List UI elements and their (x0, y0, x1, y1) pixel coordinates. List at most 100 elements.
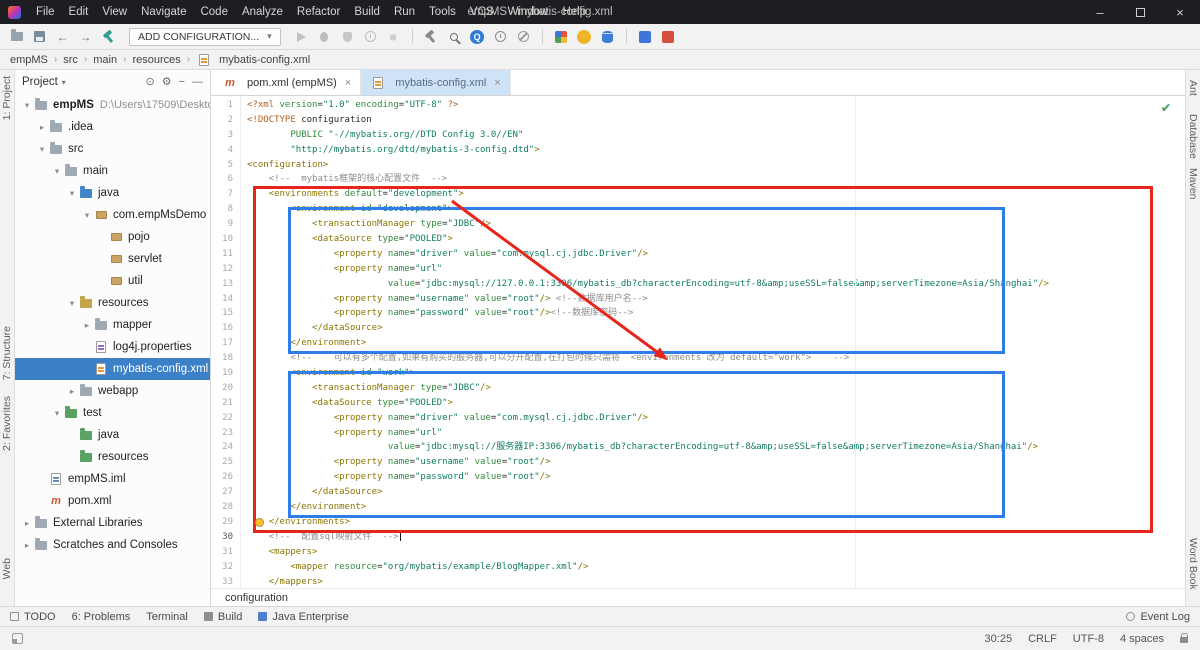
line-number[interactable]: 23 (211, 426, 240, 441)
line-number[interactable]: 11 (211, 247, 240, 262)
line-number[interactable]: 24 (211, 440, 240, 455)
code-line[interactable]: <mapper resource="org/mybatis/example/Bl… (247, 560, 1185, 575)
tree-item[interactable]: servlet (15, 248, 210, 270)
encoding[interactable]: UTF-8 (1073, 633, 1104, 645)
event-log-button[interactable]: Event Log (1126, 611, 1190, 623)
line-number[interactable]: 18 (211, 351, 240, 366)
code-line[interactable]: <property name="username" value="root"/> (247, 455, 1185, 470)
menu-file[interactable]: File (29, 0, 62, 24)
xml-breadcrumb-item[interactable]: configuration (225, 592, 288, 604)
menu-build[interactable]: Build (347, 0, 387, 24)
line-number[interactable]: 30 (211, 530, 240, 545)
redo-icon[interactable]: → (75, 27, 96, 47)
menu-refactor[interactable]: Refactor (290, 0, 347, 24)
tree-item[interactable]: ▸ Scratches and Consoles (15, 534, 210, 556)
chevron-down-icon[interactable]: ▾ (36, 144, 48, 155)
line-number[interactable]: 26 (211, 470, 240, 485)
menu-run[interactable]: Run (387, 0, 422, 24)
code-line[interactable]: <mappers> (247, 545, 1185, 560)
tree-item[interactable]: ▸ .idea (15, 116, 210, 138)
breadcrumb-item[interactable]: empMS (10, 54, 48, 66)
line-number[interactable]: 10 (211, 232, 240, 247)
chevron-right-icon[interactable]: ▸ (21, 518, 33, 529)
menu-vcs[interactable]: VCS (463, 0, 501, 24)
line-number[interactable]: 3 (211, 128, 240, 143)
settings-icon[interactable]: ⚙ (162, 76, 172, 88)
code-line[interactable]: <environment id="work"> (247, 366, 1185, 381)
menu-navigate[interactable]: Navigate (134, 0, 193, 24)
tree-item[interactable]: mybatis-config.xml (15, 358, 210, 380)
tree-item[interactable]: resources (15, 446, 210, 468)
menu-help[interactable]: Help (555, 0, 593, 24)
undo-icon[interactable]: ← (52, 27, 73, 47)
line-number[interactable]: 15 (211, 306, 240, 321)
code-line[interactable]: <environment id="development"> (247, 202, 1185, 217)
line-number[interactable]: 19 (211, 366, 240, 381)
code-line[interactable]: </environment> (247, 336, 1185, 351)
tree-item[interactable]: ▾ java (15, 182, 210, 204)
tree-item[interactable]: m pom.xml (15, 490, 210, 512)
line-number[interactable]: 14 (211, 292, 240, 307)
code-line[interactable]: value="jdbc:mysql://服务器IP:3306/mybatis_d… (247, 440, 1185, 455)
problems-button[interactable]: 6: Problems (72, 611, 131, 623)
code-line[interactable]: <transactionManager type="JDBC"/> (247, 217, 1185, 232)
code-line[interactable]: <dataSource type="POOLED"> (247, 396, 1185, 411)
line-number[interactable]: 9 (211, 217, 240, 232)
tree-item[interactable]: ▾ test (15, 402, 210, 424)
open-icon[interactable] (6, 27, 27, 47)
line-number[interactable]: 6 (211, 172, 240, 187)
tree-item[interactable]: ▸ mapper (15, 314, 210, 336)
code-line[interactable]: <property name="driver" value="com.mysql… (247, 411, 1185, 426)
tool-stripe-favorites[interactable]: 2: Favorites (1, 396, 13, 451)
project-panel-title[interactable]: Project (22, 76, 58, 88)
indent-style[interactable]: 4 spaces (1120, 633, 1164, 645)
line-number[interactable]: 33 (211, 575, 240, 589)
code-line[interactable]: value="jdbc:mysql://127.0.0.1:3306/mybat… (247, 277, 1185, 292)
plugin-red-icon[interactable] (658, 27, 679, 47)
line-number[interactable]: 29 (211, 515, 240, 530)
line-number[interactable]: 27 (211, 485, 240, 500)
tree-item[interactable]: ▸ External Libraries (15, 512, 210, 534)
code-line[interactable]: <property name="password" value="root"/>… (247, 306, 1185, 321)
code-line[interactable]: <environments default="development"> (247, 187, 1185, 202)
tree-item[interactable]: util (15, 270, 210, 292)
code-line[interactable]: </environments> (247, 515, 1185, 530)
chevron-right-icon[interactable]: ▸ (36, 122, 48, 133)
plugin-blue-icon[interactable] (635, 27, 656, 47)
save-icon[interactable] (29, 27, 50, 47)
plugin-ball-icon[interactable] (574, 27, 595, 47)
toolwindow-switcher-icon[interactable] (12, 633, 23, 644)
hide-icon[interactable]: — (192, 76, 203, 88)
caret-position[interactable]: 30:25 (985, 633, 1013, 645)
code-line[interactable]: <property name="url" (247, 426, 1185, 441)
code-line[interactable]: <!-- mybatis框架的核心配置文件 --> (247, 172, 1185, 187)
chevron-down-icon[interactable]: ▾ (81, 210, 93, 221)
chevron-down-icon[interactable]: ▾ (21, 100, 33, 111)
minimize-icon[interactable]: – (1080, 0, 1120, 24)
breadcrumb-item[interactable]: resources (132, 54, 180, 66)
chevron-right-icon[interactable]: ▸ (21, 540, 33, 551)
code-line[interactable]: <dataSource type="POOLED"> (247, 232, 1185, 247)
tool-stripe-ant[interactable]: Ant (1187, 80, 1199, 96)
tree-item[interactable]: log4j.properties (15, 336, 210, 358)
breadcrumb-item[interactable]: src (63, 54, 78, 66)
code-line[interactable]: <!-- 可以有多个配置,如果有购买的服务器,可以分开配置,在打包时候只需将 <… (247, 351, 1185, 366)
code-line[interactable]: <!-- 配置sql映射文件 --> (247, 529, 1185, 545)
line-number[interactable]: 1 (211, 98, 240, 113)
close-icon[interactable]: × (494, 77, 500, 89)
chevron-down-icon[interactable]: ▾ (51, 408, 63, 419)
build-button[interactable]: Build (203, 611, 242, 623)
locate-icon[interactable]: ⊙ (145, 76, 154, 88)
menu-window[interactable]: Window (501, 0, 556, 24)
menu-view[interactable]: View (95, 0, 134, 24)
search-everywhere-icon[interactable]: Q (467, 27, 488, 47)
menu-code[interactable]: Code (193, 0, 235, 24)
code-line[interactable]: <property name="username" value="root"/>… (247, 292, 1185, 307)
code-line[interactable]: <!DOCTYPE configuration (247, 113, 1185, 128)
build-icon[interactable] (98, 27, 119, 47)
code-line[interactable]: PUBLIC "-//mybatis.org//DTD Config 3.0//… (247, 128, 1185, 143)
tool-stripe-maven[interactable]: Maven (1187, 168, 1199, 200)
code-line[interactable]: <property name="password" value="root"/> (247, 470, 1185, 485)
clock-icon[interactable] (490, 27, 511, 47)
debug-icon[interactable] (314, 27, 335, 47)
